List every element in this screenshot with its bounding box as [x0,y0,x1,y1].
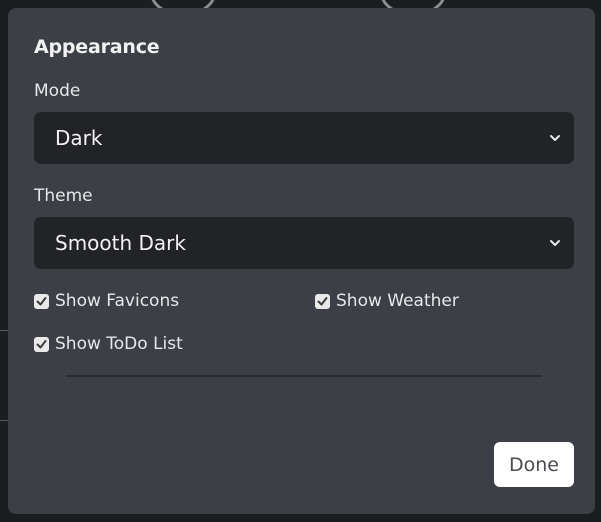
show-todo-label: Show ToDo List [55,334,183,354]
show-weather-option[interactable]: Show Weather [315,291,459,311]
chevron-down-icon [550,240,560,246]
show-favicons-option[interactable]: Show Favicons [34,291,179,311]
theme-select-value: Smooth Dark [55,231,186,255]
show-weather-checkbox[interactable] [315,293,330,309]
theme-select[interactable]: Smooth Dark [34,217,574,269]
mode-select[interactable]: Dark [34,112,574,164]
done-button[interactable]: Done [494,442,574,487]
background-line [0,330,8,331]
show-favicons-label: Show Favicons [55,291,180,311]
checkmark-icon [36,339,47,348]
divider [66,375,542,377]
checkmark-icon [36,296,47,305]
show-weather-label: Show Weather [336,291,459,311]
show-favicons-checkbox[interactable] [34,293,49,309]
background-line [0,420,8,421]
theme-label: Theme [34,186,93,206]
show-todo-option[interactable]: Show ToDo List [34,334,183,354]
checkmark-icon [317,296,328,305]
dialog-title: Appearance [34,36,160,58]
mode-select-value: Dark [55,126,103,150]
appearance-dialog: Appearance Mode Dark Theme Smooth Dark S… [8,8,595,514]
show-todo-checkbox[interactable] [34,336,49,352]
mode-label: Mode [34,81,81,101]
chevron-down-icon [550,135,560,141]
